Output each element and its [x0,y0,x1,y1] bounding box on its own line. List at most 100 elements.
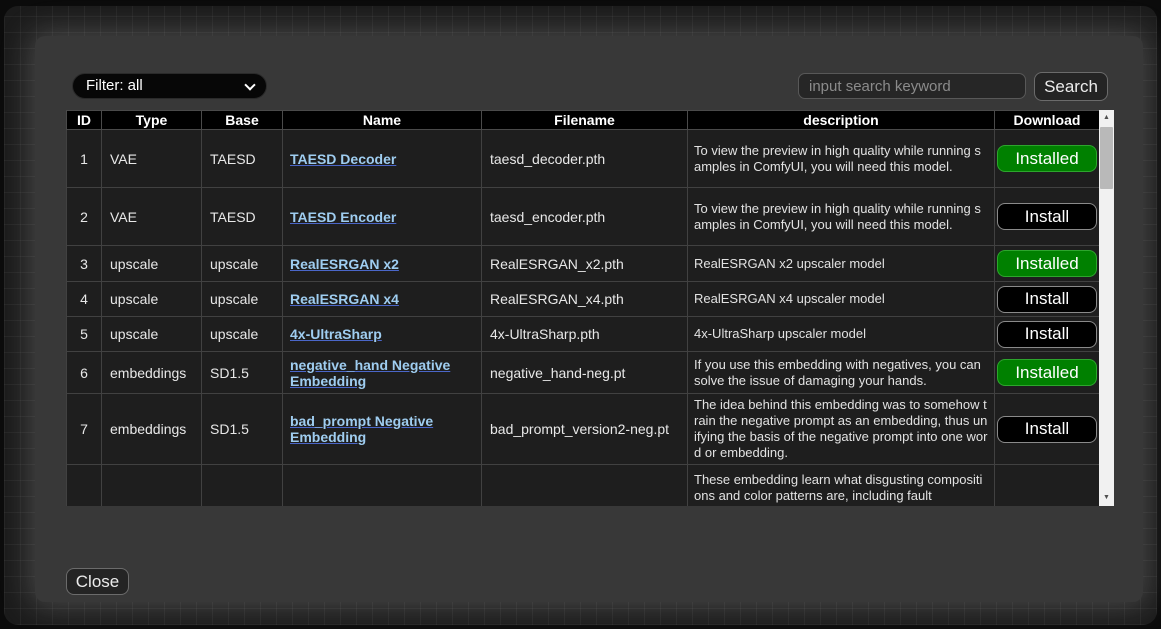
cell-name: RealESRGAN x4 [283,282,482,317]
cell-name: 4x-UltraSharp [283,317,482,352]
cell-filename: taesd_encoder.pth [482,188,688,246]
cell-filename: RealESRGAN_x2.pth [482,246,688,282]
model-name-link[interactable]: negative_hand Negative Embedding [290,357,450,389]
table-row: 5upscaleupscale4x-UltraSharp4x-UltraShar… [67,317,1100,352]
cell-description: To view the preview in high quality whil… [688,188,995,246]
cell-base: TAESD [202,130,283,188]
column-header-type: Type [102,111,202,130]
installed-button[interactable]: Installed [997,250,1097,277]
column-header-base: Base [202,111,283,130]
cell-download: Installed [995,246,1100,282]
install-button[interactable]: Install [997,286,1097,313]
cell-filename: RealESRGAN_x4.pth [482,282,688,317]
cell-id: 6 [67,352,102,394]
cell-type: upscale [102,317,202,352]
cell-filename: negative_hand-neg.pt [482,352,688,394]
cell-download: Install [995,317,1100,352]
cell-id: 3 [67,246,102,282]
cell-name: RealESRGAN x2 [283,246,482,282]
node-canvas-background: Filter: all Search IDTypeBaseNameFilenam… [4,6,1157,625]
install-models-dialog: Filter: all Search IDTypeBaseNameFilenam… [35,36,1143,602]
cell-filename: 4x-UltraSharp.pth [482,317,688,352]
cell-filename [482,465,688,507]
vertical-scrollbar[interactable]: ▲ ▼ [1099,110,1114,506]
table-row: 6embeddingsSD1.5negative_hand Negative E… [67,352,1100,394]
scrollbar-down-icon[interactable]: ▼ [1099,490,1114,506]
model-table: IDTypeBaseNameFilenamedescriptionDownloa… [66,110,1099,506]
table-row: 2VAETAESD TAESD Encoder taesd_encoder.pthT… [67,188,1100,246]
installed-button[interactable]: Installed [997,359,1097,386]
cell-name: negative_hand Negative Embedding [283,352,482,394]
cell-base: TAESD [202,188,283,246]
cell-base: upscale [202,246,283,282]
column-header-description: description [688,111,995,130]
table-row: 3upscaleupscaleRealESRGAN x2RealESRGAN_x… [67,246,1100,282]
cell-id: 1 [67,130,102,188]
cell-name: bad_prompt Negative Embedding [283,394,482,465]
cell-id: 5 [67,317,102,352]
install-button[interactable]: Install [997,321,1097,348]
table-header-row: IDTypeBaseNameFilenamedescriptionDownloa… [67,111,1100,130]
cell-id: 2 [67,188,102,246]
cell-id: 7 [67,394,102,465]
table-row: 4upscaleupscaleRealESRGAN x4RealESRGAN_x… [67,282,1100,317]
close-button[interactable]: Close [66,568,129,595]
cell-type: upscale [102,282,202,317]
table-row: 1VAETAESD TAESD Decoder taesd_decoder.pthT… [67,130,1100,188]
cell-filename: bad_prompt_version2-neg.pt [482,394,688,465]
column-header-name: Name [283,111,482,130]
filter-select-wrap: Filter: all [72,73,267,99]
model-name-link[interactable]: RealESRGAN x4 [290,291,399,307]
cell-download [995,465,1100,507]
cell-name [283,465,482,507]
cell-description: The idea behind this embedding was to so… [688,394,995,465]
cell-base: SD1.5 [202,394,283,465]
scrollbar-thumb[interactable] [1100,127,1113,189]
installed-button[interactable]: Installed [997,145,1097,172]
cell-filename: taesd_decoder.pth [482,130,688,188]
install-button[interactable]: Install [997,203,1097,230]
cell-description: To view the preview in high quality whil… [688,130,995,188]
cell-id [67,465,102,507]
cell-download: Install [995,282,1100,317]
cell-name: TAESD Decoder [283,130,482,188]
column-header-id: ID [67,111,102,130]
cell-description: If you use this embedding with negatives… [688,352,995,394]
model-name-link[interactable]: TAESD Encoder [290,209,396,225]
model-table-area: IDTypeBaseNameFilenamedescriptionDownloa… [66,110,1114,506]
column-header-download: Download [995,111,1100,130]
model-name-link[interactable]: bad_prompt Negative Embedding [290,413,433,445]
cell-description: RealESRGAN x4 upscaler model [688,282,995,317]
cell-type: embeddings [102,352,202,394]
cell-type [102,465,202,507]
model-name-link[interactable]: RealESRGAN x2 [290,256,399,272]
filter-select[interactable]: Filter: all [72,73,267,99]
install-button[interactable]: Install [997,416,1097,443]
cell-base: SD1.5 [202,352,283,394]
cell-type: VAE [102,130,202,188]
model-name-link[interactable]: TAESD Decoder [290,151,396,167]
cell-download: Install [995,394,1100,465]
cell-type: embeddings [102,394,202,465]
cell-base: upscale [202,282,283,317]
cell-download: Install [995,188,1100,246]
cell-type: VAE [102,188,202,246]
search-input[interactable] [798,73,1026,99]
column-header-filename: Filename [482,111,688,130]
cell-description: 4x-UltraSharp upscaler model [688,317,995,352]
cell-download: Installed [995,130,1100,188]
cell-id: 4 [67,282,102,317]
table-row: 7embeddingsSD1.5bad_prompt Negative Embe… [67,394,1100,465]
cell-base [202,465,283,507]
cell-name: TAESD Encoder [283,188,482,246]
cell-description: These embedding learn what disgusting co… [688,465,995,507]
table-body: 1VAETAESDTAESD Decodertaesd_decoder.pthT… [67,130,1100,507]
model-name-link[interactable]: 4x-UltraSharp [290,326,382,342]
scrollbar-up-icon[interactable]: ▲ [1099,110,1114,126]
cell-type: upscale [102,246,202,282]
cell-description: RealESRGAN x2 upscaler model [688,246,995,282]
cell-download: Installed [995,352,1100,394]
search-button[interactable]: Search [1034,72,1108,101]
model-table-scroll-region: IDTypeBaseNameFilenamedescriptionDownloa… [66,110,1099,506]
cell-base: upscale [202,317,283,352]
